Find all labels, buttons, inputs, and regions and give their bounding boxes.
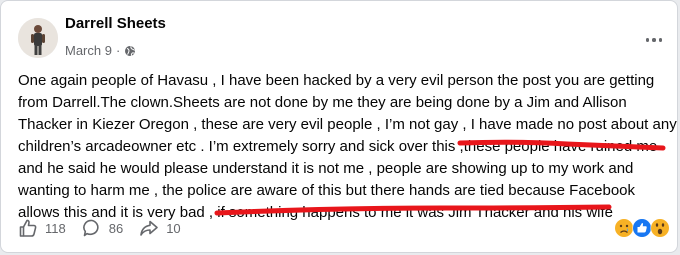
red-underline-annotation (457, 139, 666, 151)
meta-separator: · (115, 43, 121, 58)
share-count: 10 (166, 220, 181, 236)
like-icon (632, 218, 652, 238)
comment-button[interactable]: 86 (82, 218, 123, 238)
avatar[interactable] (18, 18, 58, 58)
sad-emoji (615, 219, 633, 237)
like-button[interactable]: 118 (18, 218, 66, 238)
like-count: 118 (45, 220, 66, 236)
more-options-icon[interactable] (642, 32, 666, 48)
post-actions: 118 86 10 (18, 217, 197, 239)
thumbs-up-icon (19, 219, 37, 237)
post-body-line: One again people of Havasu , I have been… (18, 72, 655, 89)
post-body-line: from Darrell.The clown.Sheets are not do… (18, 94, 627, 111)
author-name[interactable]: Darrell Sheets (65, 15, 166, 32)
comment-icon (82, 219, 99, 237)
reaction-icons[interactable] (615, 216, 671, 240)
red-underline-annotation (214, 204, 612, 216)
post-body-line: wanting to harm me , the police are awar… (18, 182, 636, 199)
post-body-line: Thacker in Kiezer Oregon , these are ver… (18, 116, 677, 133)
comment-count: 86 (108, 220, 124, 236)
profile-photo (18, 18, 58, 58)
wow-emoji (650, 218, 670, 238)
post-card: Darrell Sheets March 9 · One again peopl… (0, 0, 678, 253)
post-date[interactable]: March 9 (65, 43, 112, 58)
post-meta: March 9 · (65, 43, 136, 58)
share-icon (140, 220, 159, 236)
share-button[interactable]: 10 (139, 218, 181, 238)
globe-icon (125, 45, 136, 56)
post-body-line: and he said he would please understand i… (18, 160, 634, 177)
